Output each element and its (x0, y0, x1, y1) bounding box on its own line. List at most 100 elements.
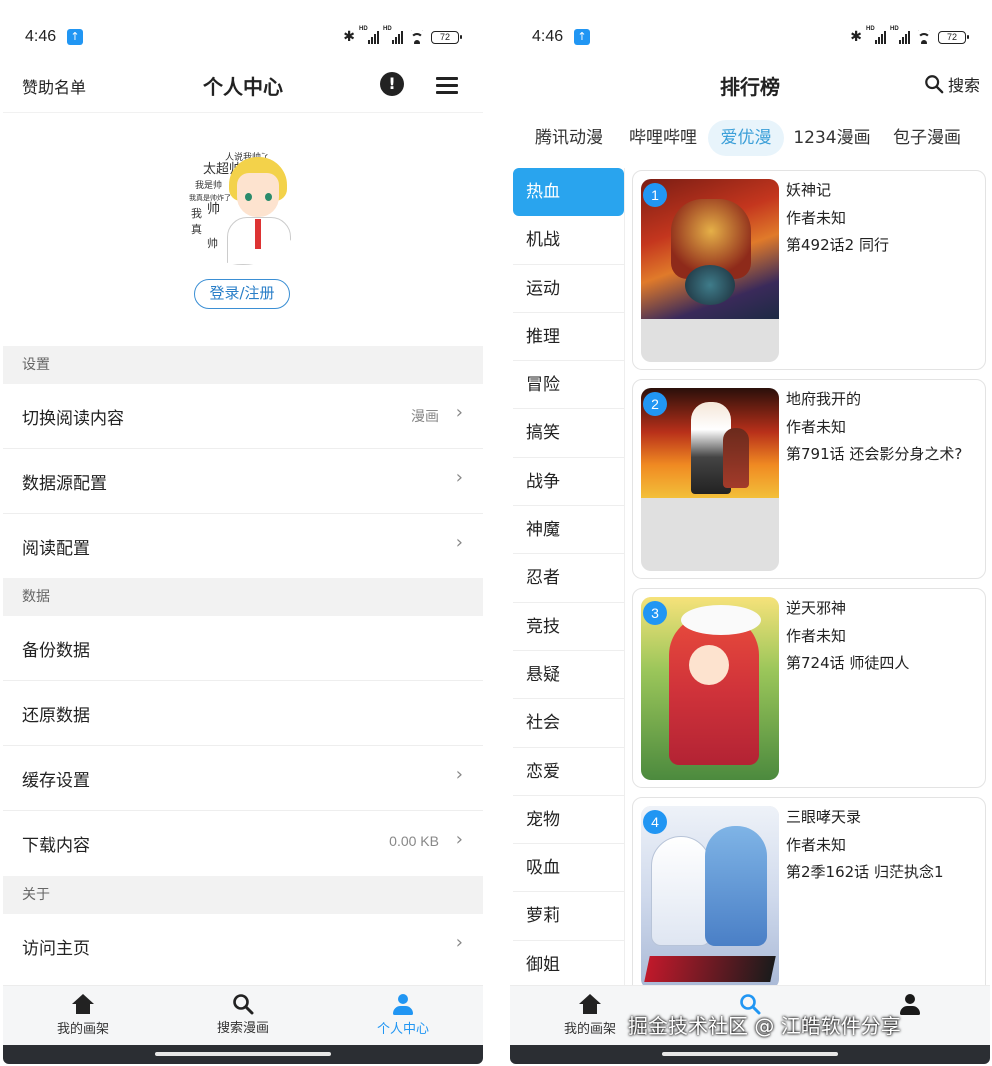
avatar-face (237, 173, 279, 217)
update-badge-icon: ↑ (574, 29, 590, 45)
avatar-word: 我 (191, 207, 202, 220)
nav-search[interactable]: 搜索漫画 (163, 986, 323, 1046)
category-item[interactable]: 宠物 (513, 796, 624, 845)
category-list: 热血 机战 运动 推理 冒险 搞笑 战争 神魔 忍者 竞技 悬疑 社会 恋爱 宠… (513, 168, 625, 985)
signal-icon-2: HD (890, 26, 910, 44)
row-label: 阅读配置 (22, 539, 90, 559)
comic-author: 作者未知 (786, 418, 847, 436)
row-backup[interactable]: 备份数据 (3, 616, 483, 681)
signal-icon: HD (359, 26, 379, 44)
page-title: 排行榜 (720, 75, 780, 99)
comic-title: 逆天邪神 (786, 599, 847, 617)
chevron-right-icon: › (455, 829, 463, 850)
comic-chapter: 第2季162话 归茫执念1 (786, 863, 944, 881)
avatar-eye (265, 193, 272, 201)
tab-source[interactable]: 哔哩哔哩 (622, 120, 704, 156)
rank-badge: 2 (643, 392, 667, 416)
category-item[interactable]: 忍者 (513, 554, 624, 603)
status-time: 4:46 (25, 28, 57, 45)
comic-card[interactable]: 4 三眼哮天录 作者未知 第2季162话 归茫执念1 (632, 797, 986, 985)
comic-cover (641, 388, 779, 571)
category-item[interactable]: 御姐 (513, 941, 624, 985)
rank-badge: 4 (643, 810, 667, 834)
nav-profile[interactable]: 个人中心 (323, 986, 483, 1046)
category-item[interactable]: 搞笑 (513, 409, 624, 458)
wifi-icon (407, 30, 427, 44)
tab-source[interactable]: 腾讯动漫 (528, 120, 610, 156)
bluetooth-icon: ✱ (343, 29, 355, 45)
row-restore[interactable]: 还原数据 (3, 681, 483, 746)
row-homepage[interactable]: 访问主页 › (3, 914, 483, 979)
row-cache[interactable]: 缓存设置 › (3, 746, 483, 811)
category-item[interactable]: 机战 (513, 216, 624, 265)
menu-icon[interactable] (436, 77, 458, 94)
info-icon[interactable]: ! (380, 72, 404, 96)
tab-source[interactable]: 包子漫画 (886, 120, 968, 156)
search-button[interactable]: 搜索 (924, 72, 980, 96)
category-item[interactable]: 推理 (513, 313, 624, 362)
person-icon (899, 994, 921, 1016)
section-about: 关于 (3, 876, 483, 914)
nav-shelf[interactable]: 我的画架 (3, 986, 163, 1046)
section-data: 数据 (3, 578, 483, 616)
category-item[interactable]: 悬疑 (513, 651, 624, 700)
nav-label: 我的画架 (56, 1022, 109, 1037)
tab-source[interactable]: 1234漫画 (792, 120, 872, 156)
home-indicator[interactable] (662, 1052, 838, 1056)
category-item[interactable]: 战争 (513, 458, 624, 507)
comic-author: 作者未知 (786, 209, 847, 227)
category-item[interactable]: 竞技 (513, 603, 624, 651)
tab-source-active[interactable]: 爱优漫 (708, 120, 784, 156)
category-item[interactable]: 恋爱 (513, 748, 624, 796)
wifi-icon (914, 30, 934, 44)
section-settings: 设置 (3, 346, 483, 384)
comic-author: 作者未知 (786, 627, 847, 645)
avatar-word: 帅 (207, 202, 221, 217)
bottom-nav: 我的画架 搜索漫画 个人中心 (3, 985, 483, 1045)
avatar[interactable]: 人说我帅了 太超帅 我是帅 我真是帅炸了 帅 我 真 帅 (185, 149, 301, 265)
comic-chapter: 第724话 师徒四人 (786, 654, 910, 672)
avatar-eye (245, 193, 252, 201)
chevron-right-icon: › (455, 467, 463, 488)
avatar-word: 帅 (207, 237, 218, 250)
row-label: 还原数据 (22, 706, 90, 726)
battery-icon: 72 (938, 30, 969, 44)
row-reading[interactable]: 阅读配置 › (3, 514, 483, 579)
comic-list: 1 妖神记 作者未知 第492话2 同行 2 地府我开的 作者未知 第791话 … (630, 168, 987, 985)
comic-cover (641, 179, 779, 362)
page-title: 个人中心 (203, 75, 283, 99)
source-tabs: 腾讯动漫 哔哩哔哩 爱优漫 1234漫画 包子漫画 (510, 116, 990, 160)
category-item[interactable]: 吸血 (513, 844, 624, 893)
category-item[interactable]: 运动 (513, 265, 624, 313)
rank-badge: 1 (643, 183, 667, 207)
update-badge-icon: ↑ (67, 29, 83, 45)
row-label: 数据源配置 (22, 474, 107, 494)
row-switch-content[interactable]: 切换阅读内容 漫画 › (3, 384, 483, 449)
category-item[interactable]: 萝莉 (513, 892, 624, 941)
avatar-word: 真 (191, 223, 202, 236)
category-item[interactable]: 神魔 (513, 506, 624, 555)
row-download[interactable]: 下载内容 0.00 KB › (3, 811, 483, 876)
avatar-word: 我是帅 (195, 181, 223, 191)
row-datasource[interactable]: 数据源配置 › (3, 449, 483, 514)
chevron-right-icon: › (455, 532, 463, 553)
comic-card[interactable]: 3 逆天邪神 作者未知 第724话 师徒四人 (632, 588, 986, 788)
comic-card[interactable]: 2 地府我开的 作者未知 第791话 还会影分身之术? (632, 379, 986, 579)
bluetooth-icon: ✱ (850, 29, 862, 45)
category-item[interactable]: 冒险 (513, 361, 624, 410)
home-indicator[interactable] (155, 1052, 331, 1056)
comic-cover (641, 806, 779, 985)
category-item-active[interactable]: 热血 (513, 168, 624, 217)
row-label: 下载内容 (22, 836, 90, 856)
gesture-bar (510, 1045, 990, 1064)
chevron-right-icon: › (455, 932, 463, 953)
category-item[interactable]: 社会 (513, 699, 624, 748)
login-register-button[interactable]: 登录/注册 (194, 279, 290, 309)
home-icon (579, 994, 601, 1016)
comic-card[interactable]: 1 妖神记 作者未知 第492话2 同行 (632, 170, 986, 370)
nav-label: 搜索漫画 (216, 1021, 269, 1036)
battery-icon: 72 (431, 30, 462, 44)
search-label: 搜索 (947, 76, 980, 95)
ranking-screen: 4:46 ↑ ✱ HD HD 72 排行榜 搜索 腾讯动漫 哔哩哔哩 爱优漫 1… (510, 0, 990, 1066)
search-icon (925, 75, 944, 94)
